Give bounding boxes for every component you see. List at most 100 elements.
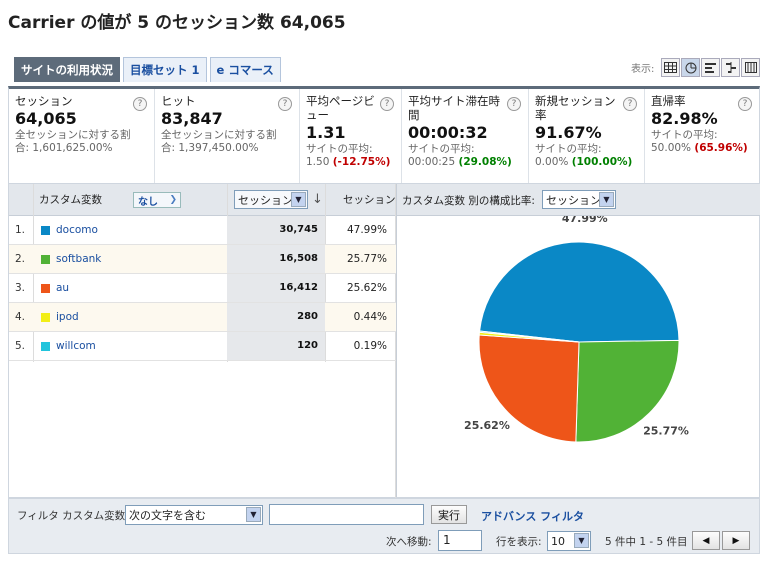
table-row: 3. au 16,412 25.62% <box>9 274 396 303</box>
pie-slice-docomo[interactable] <box>479 241 680 343</box>
metric-sub: 50.00% (65.96%) <box>651 142 753 155</box>
pivot-view-icon[interactable] <box>741 58 760 77</box>
metric-sub: サイトの平均: <box>306 143 373 155</box>
tab-site-usage[interactable]: サイトの利用状況 <box>14 57 120 82</box>
run-filter-button[interactable]: 実行 <box>431 505 467 524</box>
row-percent: 25.77% <box>346 253 387 265</box>
row-link[interactable]: softbank <box>41 253 101 265</box>
goto-label: 次へ移動: <box>386 536 432 548</box>
row-link[interactable]: willcom <box>41 340 96 352</box>
site-average: 00:00:25 <box>408 156 456 168</box>
tab-goal-set-1[interactable]: 目標セット 1 <box>123 57 207 82</box>
pie-chart: 47.99% 25.77% 25.62% <box>464 212 689 443</box>
tab-ecommerce[interactable]: e コマース <box>209 57 281 82</box>
pie-chart-area: 47.99% 25.77% 25.62% <box>396 212 760 497</box>
chart-metric-select[interactable]: セッション ▼ <box>542 190 616 209</box>
metric-sub: 全セッションに対する割 <box>15 129 131 141</box>
pie-label-au: 25.62% <box>464 419 510 432</box>
pie-label-softbank: 25.77% <box>643 424 689 437</box>
secondary-dimension-value: なし <box>138 196 158 208</box>
table-view-icon[interactable] <box>661 58 680 77</box>
metric-bounce-rate: 直帰率 ? 82.98% サイトの平均: 50.00% (65.96%) <box>645 89 759 183</box>
row-link[interactable]: ipod <box>41 311 79 323</box>
table-row: 4. ipod 280 0.44% <box>9 303 396 332</box>
sort-metric-select[interactable]: セッション ▼ <box>234 190 308 209</box>
row-number: 3. <box>15 282 26 294</box>
metric-sub: サイトの平均: <box>651 129 718 141</box>
legend-swatch <box>41 254 50 264</box>
help-icon[interactable]: ? <box>623 97 637 111</box>
help-icon[interactable]: ? <box>507 97 521 111</box>
rows-per-page-value: 10 <box>551 534 565 548</box>
site-average: 50.00% <box>651 142 692 154</box>
chevron-down-icon: ❯ <box>169 195 177 205</box>
metric-sub: サイトの平均: <box>535 143 602 155</box>
prev-page-button[interactable]: ◀ <box>692 531 720 550</box>
performance-view-icon[interactable] <box>701 58 720 77</box>
dropdown-arrow-icon: ▼ <box>246 507 261 522</box>
help-icon[interactable]: ? <box>738 97 752 111</box>
delta-value: (100.00%) <box>571 156 633 168</box>
view-switcher <box>661 58 761 77</box>
filter-condition-select[interactable]: 次の文字を含む ▼ <box>125 505 263 525</box>
row-percent: 0.19% <box>353 340 387 352</box>
goto-page-input[interactable]: 1 <box>438 530 482 551</box>
help-icon[interactable]: ? <box>133 97 147 111</box>
legend-swatch <box>41 341 50 351</box>
legend-swatch <box>41 312 50 322</box>
sort-metric-value: セッション <box>238 193 293 207</box>
help-icon[interactable]: ? <box>380 97 394 111</box>
metric-avg-pageviews: 平均ページビュー ? 1.31 サイトの平均: 1.50 (-12.75%) <box>300 89 402 183</box>
pie-view-icon[interactable] <box>681 58 700 77</box>
rows-per-page-select[interactable]: 10 ▼ <box>547 531 591 551</box>
filter-label: フィルタ カスタム変数: <box>17 510 129 522</box>
metric-label: 平均サイト滞在時間 <box>408 94 500 122</box>
row-label: willcom <box>56 340 96 352</box>
table-row: 5. willcom 120 0.19% <box>9 332 396 361</box>
row-sessions: 16,508 <box>227 245 325 273</box>
delta-value: (65.96%) <box>694 142 748 154</box>
display-label: 表示: <box>631 64 655 75</box>
delta-value: (-12.75%) <box>332 156 391 168</box>
row-sessions: 30,745 <box>227 216 325 244</box>
row-link[interactable]: au <box>41 282 69 294</box>
legend-swatch <box>41 283 50 293</box>
legend-swatch <box>41 225 50 235</box>
row-number: 4. <box>15 311 26 323</box>
table-row: 1. docomo 30,745 47.99% <box>9 216 396 245</box>
metric-value: 64,065 <box>15 109 77 128</box>
help-icon[interactable]: ? <box>278 97 292 111</box>
filter-text-input[interactable] <box>269 504 424 525</box>
dropdown-arrow-icon: ▼ <box>291 192 306 207</box>
advanced-filter-link[interactable]: アドバンス フィルタ <box>481 508 584 524</box>
secondary-dimension-select[interactable]: なし ❯ <box>133 192 181 208</box>
column-header-sessions[interactable]: セッション <box>343 184 396 215</box>
report-tabs: サイトの利用状況 目標セット 1 e コマース <box>14 57 284 82</box>
column-header-dimension: カスタム変数 <box>39 194 102 206</box>
row-number: 2. <box>15 253 26 265</box>
metric-sub: 00:00:25 (29.08%) <box>408 156 522 169</box>
chart-metric-value: セッション <box>546 193 601 207</box>
sort-descending-icon[interactable]: ↓ <box>312 192 323 207</box>
metric-sub: 0.00% (100.00%) <box>535 156 638 169</box>
metric-value: 83,847 <box>161 109 223 128</box>
metric-label: ヒット <box>161 94 196 108</box>
row-link[interactable]: docomo <box>41 224 98 236</box>
comparison-view-icon[interactable] <box>721 58 740 77</box>
row-label: softbank <box>56 253 102 265</box>
row-sessions: 16,412 <box>227 274 325 302</box>
metric-label: 新規セッション率 <box>535 94 616 122</box>
dropdown-arrow-icon: ▼ <box>599 192 614 207</box>
row-percent: 47.99% <box>346 224 387 236</box>
metric-avg-time: 平均サイト滞在時間 ? 00:00:32 サイトの平均: 00:00:25 (2… <box>402 89 529 183</box>
filter-condition-value: 次の文字を含む <box>129 509 206 522</box>
metric-value: 91.67% <box>535 123 602 142</box>
dropdown-arrow-icon: ▼ <box>574 533 589 548</box>
row-label: docomo <box>56 224 98 236</box>
row-sessions: 280 <box>227 303 325 331</box>
chevron-right-icon: ▶ <box>732 535 740 546</box>
next-page-button[interactable]: ▶ <box>722 531 750 550</box>
metric-sub: 全セッションに対する割 <box>161 129 277 141</box>
pie-label-docomo: 47.99% <box>562 216 608 225</box>
metric-sub: サイトの平均: <box>408 143 475 155</box>
